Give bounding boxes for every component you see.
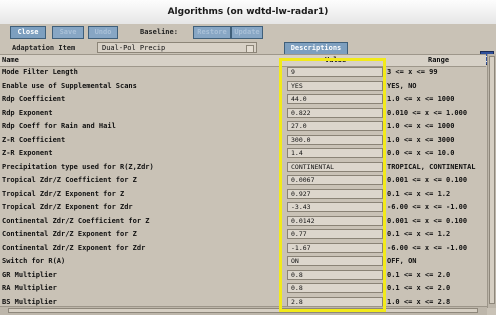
parameter-range: OFF, ON (387, 257, 417, 265)
parameter-name: Precipitation type used for R(Z,Zdr) (2, 162, 154, 171)
parameter-range: 0.010 <= x <= 1.000 (387, 108, 468, 117)
parameter-range: 0.1 <= x <= 1.2 (387, 189, 451, 198)
adaptation-item-label: Adaptation Item (12, 44, 76, 52)
table-row: Tropical Zdr/Z Coefficient for Z 0.0067 0.… (0, 174, 486, 186)
table-row: GR Multiplier 0.8 0.1 <= x <= 2.0 (0, 269, 486, 281)
parameter-range: 0.1 <= x <= 1.2 (387, 230, 451, 238)
parameter-value-field[interactable]: 0.8 (287, 269, 383, 280)
parameter-value-field[interactable]: 0.8 (287, 283, 383, 293)
close-button[interactable]: Close (10, 26, 46, 39)
undo-button[interactable]: Undo (88, 26, 118, 39)
parameter-value-field[interactable]: -3.43 (287, 202, 383, 212)
column-header-name: Name (2, 56, 19, 64)
table-row: Tropical Zdr/Z Exponent for Z 0.927 0.1 <=… (0, 188, 486, 200)
parameter-name: Z-R Exponent (2, 149, 53, 157)
parameter-range: 0.0 <= x <= 10.0 (387, 149, 455, 157)
table-row: Mode Filter Length 9 3 <= x <= 99 (0, 66, 486, 78)
column-header-range: Range (428, 56, 450, 64)
scrollbar-thumb[interactable] (8, 308, 478, 313)
parameter-name: Enable use of Supplemental Scans (2, 81, 137, 90)
parameter-range: -6.00 <= x <= -1.00 (387, 243, 468, 252)
parameter-name: Tropical Zdr/Z Exponent for Z (2, 189, 125, 198)
parameter-range: 1.0 <= x <= 3000 (387, 135, 455, 144)
parameter-range: 1.0 <= x <= 1000 (387, 95, 455, 103)
parameter-range: 1.0 <= x <= 1000 (387, 122, 455, 130)
table-row: Rdp Coeff for Rain and Hail 27.0 1.0 <= x … (0, 120, 486, 132)
parameter-value-field[interactable]: 0.77 (287, 229, 383, 239)
parameter-value-field[interactable]: 9 (287, 67, 383, 77)
parameter-range: TROPICAL, CONTINENTAL (387, 162, 476, 171)
adaptation-item-row: Adaptation Item Dual-Pol Precip Descript… (0, 40, 496, 55)
adaptation-item-value: Dual-Pol Precip (102, 44, 166, 52)
parameter-value-field[interactable]: 2.8 (287, 296, 383, 307)
parameter-range: 3 <= x <= 99 (387, 68, 438, 76)
parameter-value-field[interactable]: CONTINENTAL (287, 161, 383, 172)
table-row: Z-R Exponent 1.4 0.0 <= x <= 10.0 (0, 147, 486, 159)
table-row: Switch for R(A) ON OFF, ON (0, 255, 486, 267)
parameter-range: YES, NO (387, 81, 417, 90)
parameter-range: -6.00 <= x <= -1.00 (387, 203, 468, 211)
save-button[interactable]: Save (52, 26, 84, 39)
adaptation-item-select[interactable]: Dual-Pol Precip (97, 42, 257, 53)
chevron-down-icon (246, 45, 254, 53)
window-title-bar: Algorithms (on wdtd-lw-radar1) (0, 0, 496, 25)
parameter-value-field[interactable]: ON (287, 256, 383, 266)
table-row: Rdp Exponent 0.822 0.010 <= x <= 1.000 (0, 107, 486, 119)
table-row: Continental Zdr/Z Coefficient for Z 0.014… (0, 215, 486, 227)
parameter-value-field[interactable]: 0.927 (287, 188, 383, 199)
parameter-name: Continental Zdr/Z Coefficient for Z (2, 216, 150, 225)
parameter-name: Tropical Zdr/Z Exponent for Zdr (2, 203, 133, 211)
update-button[interactable]: Update (231, 26, 263, 39)
table-row: Enable use of Supplemental Scans YES YES, … (0, 80, 486, 92)
parameter-value-field[interactable]: -1.67 (287, 242, 383, 253)
table-row: Precipitation type used for R(Z,Zdr) CONT… (0, 161, 486, 173)
parameter-value-field[interactable]: 1.4 (287, 148, 383, 158)
parameter-name: Z-R Coefficient (2, 135, 66, 144)
parameter-range: 0.1 <= x <= 2.0 (387, 270, 451, 279)
parameter-name: Mode Filter Length (2, 68, 78, 76)
parameter-name: RA Multiplier (2, 284, 57, 292)
parameter-value-field[interactable]: 0.0142 (287, 215, 383, 226)
parameter-name: Continental Zdr/Z Exponent for Zdr (2, 243, 146, 252)
parameter-value-field[interactable]: YES (287, 80, 383, 91)
toolbar: Close Save Undo Baseline: Restore Update (0, 24, 496, 65)
table-row: Rdp Coefficient 44.0 1.0 <= x <= 1000 (0, 93, 486, 105)
scrollbar-thumb[interactable] (489, 56, 495, 304)
parameter-name: Rdp Exponent (2, 108, 53, 117)
parameter-name: Continental Zdr/Z Exponent for Z (2, 230, 137, 238)
parameter-range: 0.001 <= x <= 0.100 (387, 176, 468, 184)
parameter-name: Switch for R(A) (2, 257, 66, 265)
table-row: Continental Zdr/Z Exponent for Z 0.77 0.1 … (0, 228, 486, 240)
parameter-range: 0.001 <= x <= 0.100 (387, 216, 468, 225)
baseline-label: Baseline: (140, 28, 178, 36)
parameter-value-field[interactable]: 0.822 (287, 107, 383, 118)
table-row: Z-R Coefficient 300.0 1.0 <= x <= 3000 (0, 134, 486, 146)
parameter-value-field[interactable]: 44.0 (287, 94, 383, 104)
parameter-range: 0.1 <= x <= 2.0 (387, 284, 451, 292)
table-row: Tropical Zdr/Z Exponent for Zdr -3.43 -6.0… (0, 201, 486, 213)
window-title: Algorithms (on wdtd-lw-radar1) (167, 7, 329, 17)
parameter-name: GR Multiplier (2, 270, 57, 279)
column-header-value: Value (325, 56, 347, 64)
parameter-value-field[interactable]: 300.0 (287, 134, 383, 145)
table-row: Continental Zdr/Z Exponent for Zdr -1.67-… (0, 242, 486, 254)
restore-button[interactable]: Restore (193, 26, 231, 39)
parameter-value-field[interactable]: 27.0 (287, 121, 383, 131)
table-row: RA Multiplier 0.8 0.1 <= x <= 2.0 (0, 282, 486, 294)
parameter-name: Rdp Coeff for Rain and Hail (2, 122, 116, 130)
parameter-name: Tropical Zdr/Z Coefficient for Z (2, 176, 137, 184)
parameter-name: Rdp Coefficient (2, 95, 66, 103)
parameter-value-field[interactable]: 0.0067 (287, 175, 383, 185)
vertical-scrollbar[interactable] (487, 54, 496, 308)
